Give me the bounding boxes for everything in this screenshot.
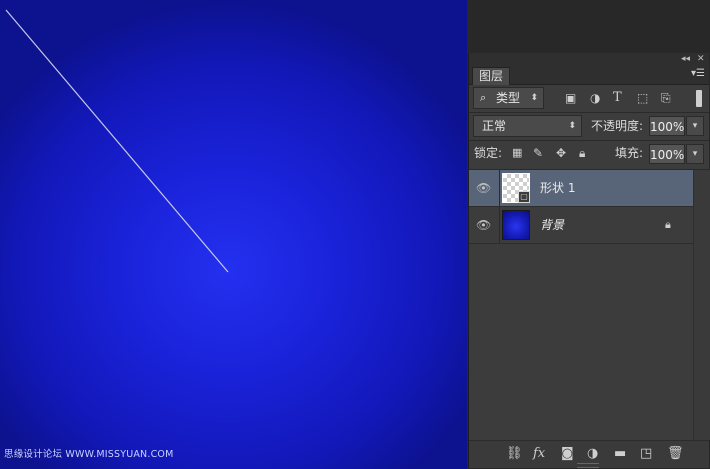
text-filter-icon[interactable]: T: [613, 91, 622, 104]
lock-pixels-icon[interactable]: ✎: [533, 147, 543, 159]
lock-transparent-icon[interactable]: ▦: [512, 147, 522, 159]
lock-label: 锁定:: [474, 146, 503, 160]
search-icon: ⌕: [480, 91, 487, 104]
panel-titlebar: ◂◂ ✕: [469, 53, 709, 66]
fx-icon[interactable]: fx: [533, 446, 545, 461]
panel-tab-row: 图层 ▾☰: [469, 66, 709, 85]
divider: [469, 112, 709, 113]
shape-filter-icon[interactable]: ⬚: [637, 92, 648, 104]
new-layer-icon[interactable]: ◳: [640, 446, 652, 461]
new-group-icon[interactable]: ▬: [614, 446, 626, 461]
opacity-dropdown-arrow[interactable]: ▾: [686, 116, 704, 136]
layers-scrollbar[interactable]: [693, 170, 710, 440]
fill-input[interactable]: 100%: [649, 144, 685, 164]
watermark-text: 思缘设计论坛 WWW.MISSYUAN.COM: [4, 449, 174, 460]
blend-mode-value: 正常: [482, 119, 507, 133]
delete-layer-icon[interactable]: 🗑︎: [667, 446, 684, 461]
divider: [499, 207, 500, 243]
divider: [499, 170, 500, 206]
layer-row-shape-1[interactable]: 👁︎ ▢ 形状 1: [469, 170, 693, 207]
layers-bottom-toolbar: ⛓ fx ◙ ◑ ▬ ◳ 🗑︎: [469, 440, 709, 468]
layer-thumbnail[interactable]: [502, 210, 530, 240]
lock-position-icon[interactable]: ✥: [556, 147, 566, 159]
layers-panel: ◂◂ ✕ 图层 ▾☰ ⌕ 类型 ⬍ ▣ ◑ T ⬚ ⎘ 正常 ⬍ 不透明度: 1…: [468, 53, 710, 468]
opacity-label: 不透明度:: [591, 119, 644, 133]
adjustment-filter-icon[interactable]: ◑: [590, 92, 600, 104]
tab-layers[interactable]: 图层: [472, 67, 510, 85]
panel-menu-icon[interactable]: ▾☰: [691, 68, 705, 80]
chevron-updown-icon: ⬍: [568, 121, 576, 131]
chevron-updown-icon: ⬍: [530, 93, 538, 103]
lock-all-icon[interactable]: 🔒︎: [579, 147, 585, 159]
collapse-icon[interactable]: ◂◂: [681, 54, 690, 65]
layer-name[interactable]: 形状 1: [540, 180, 575, 196]
shape-layer-badge-icon: ▢: [518, 191, 530, 203]
divider: [469, 140, 709, 141]
document-canvas[interactable]: 思缘设计论坛 WWW.MISSYUAN.COM: [0, 0, 467, 469]
visibility-eye-icon[interactable]: 👁︎: [476, 218, 491, 232]
link-layers-icon[interactable]: ⛓: [506, 446, 523, 461]
layer-lock-icon[interactable]: 🔒︎: [665, 218, 671, 232]
shape-line: [5, 9, 229, 273]
opacity-input[interactable]: 100%: [649, 116, 685, 136]
visibility-eye-icon[interactable]: 👁︎: [476, 181, 491, 195]
filter-kind-label: 类型: [496, 91, 521, 105]
layer-row-background[interactable]: 👁︎ 背景 🔒︎: [469, 207, 693, 244]
add-mask-icon[interactable]: ◙: [561, 446, 574, 461]
filter-toggle-switch[interactable]: [696, 90, 702, 107]
smart-object-filter-icon[interactable]: ⎘: [661, 92, 671, 104]
resize-grip[interactable]: [577, 463, 599, 468]
fill-dropdown-arrow[interactable]: ▾: [686, 144, 704, 164]
layer-name[interactable]: 背景: [540, 217, 564, 233]
filter-kind-dropdown[interactable]: ⌕ 类型 ⬍: [473, 87, 544, 109]
close-icon[interactable]: ✕: [697, 54, 705, 65]
adjustment-layer-icon[interactable]: ◑: [587, 446, 598, 461]
blend-mode-dropdown[interactable]: 正常 ⬍: [473, 115, 582, 137]
fill-label: 填充:: [615, 146, 644, 160]
drawn-line: [5, 9, 229, 273]
image-filter-icon[interactable]: ▣: [565, 92, 576, 104]
